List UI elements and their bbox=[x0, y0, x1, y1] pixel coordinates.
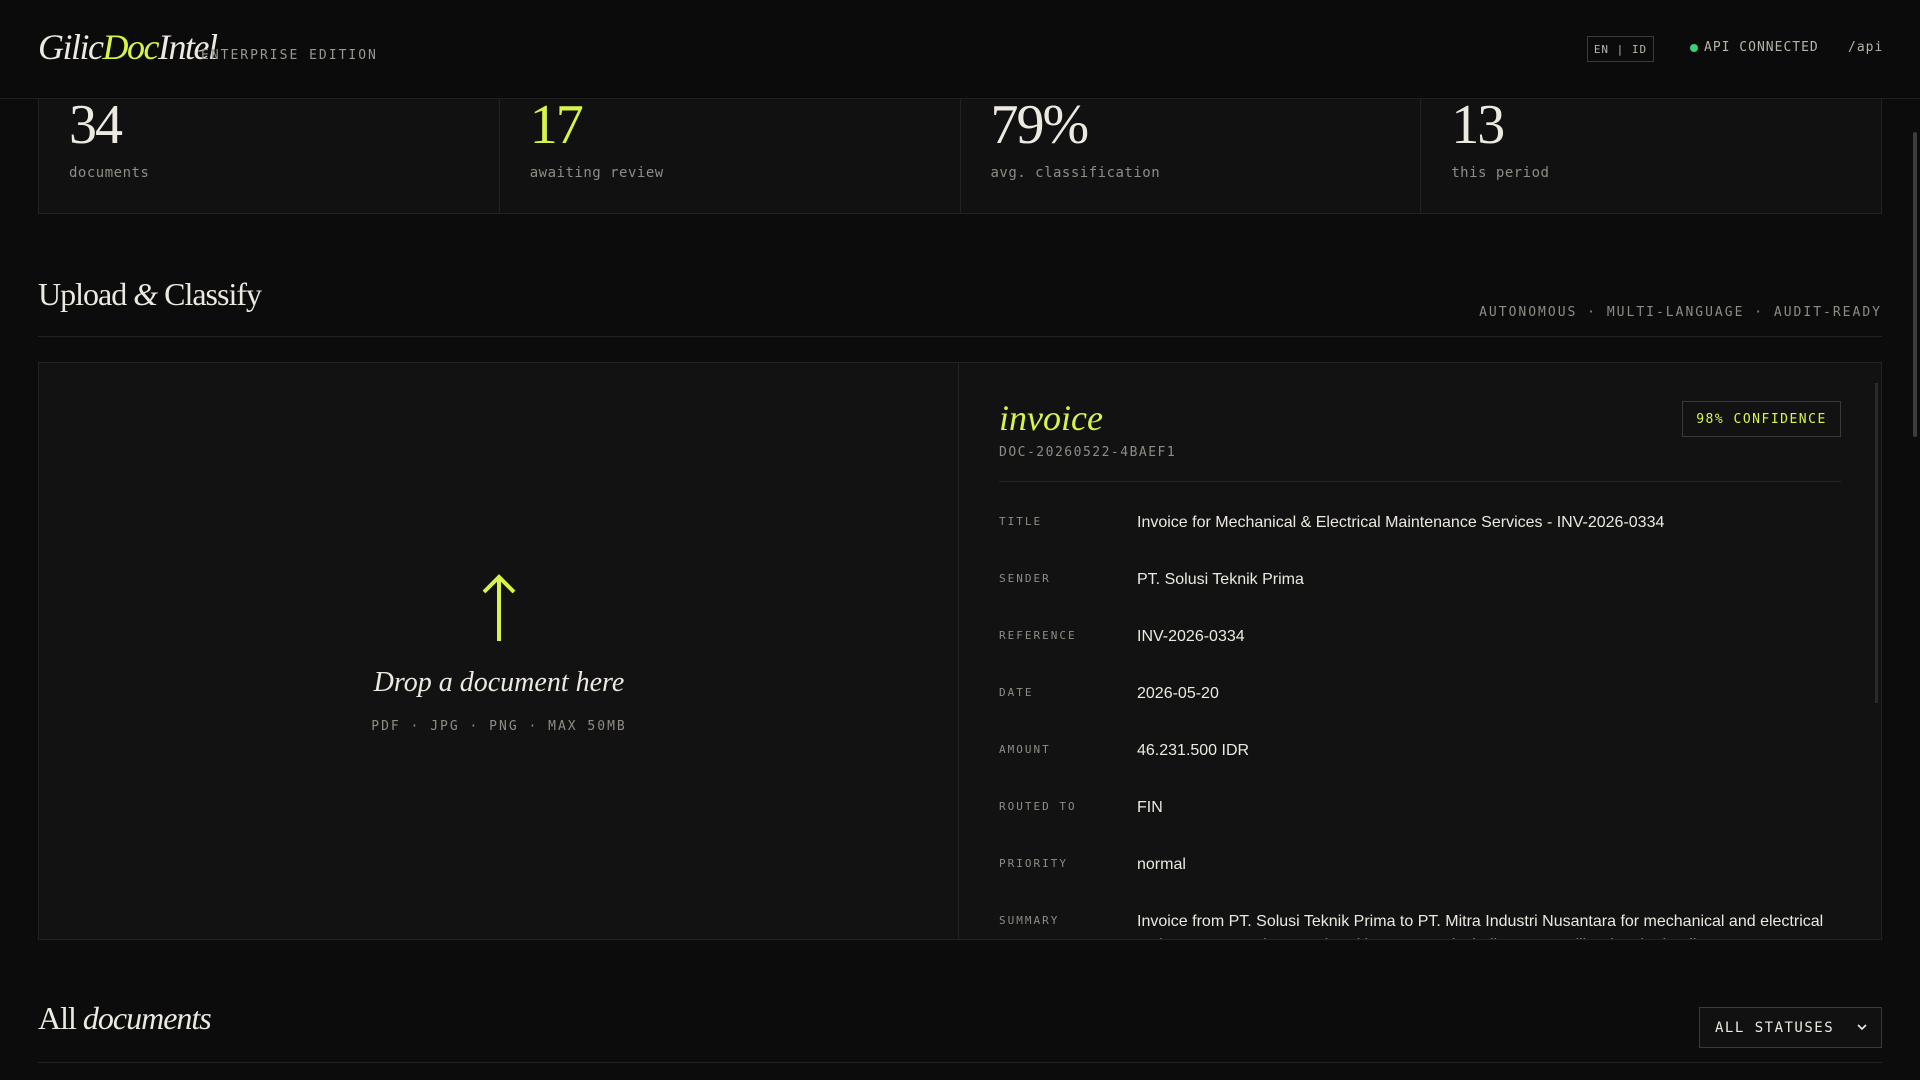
field-label: TITLE bbox=[999, 515, 1043, 528]
field-label: ROUTED TO bbox=[999, 800, 1077, 813]
edition-label: ENTERPRISE EDITION bbox=[201, 48, 378, 63]
stat-value: 13 bbox=[1451, 94, 1505, 156]
logo-text-gilic: Gilic bbox=[38, 27, 104, 67]
stat-label: avg. classification bbox=[990, 165, 1161, 181]
field-label: AMOUNT bbox=[999, 743, 1051, 756]
field-label: SENDER bbox=[999, 572, 1051, 585]
field-amount: AMOUNT 46.231.500 IDR bbox=[999, 739, 1841, 779]
result-scrollbar[interactable] bbox=[1875, 383, 1878, 703]
field-title: TITLE Invoice for Mechanical & Electrica… bbox=[999, 511, 1841, 551]
field-value: Invoice for Mechanical & Electrical Main… bbox=[1137, 514, 1665, 531]
field-value: FIN bbox=[1137, 799, 1163, 816]
upload-arrow-icon bbox=[482, 574, 516, 641]
field-label: REFERENCE bbox=[999, 629, 1077, 642]
title-ampersand: & bbox=[133, 276, 158, 312]
section-title-documents: All documents bbox=[38, 1000, 212, 1037]
dropzone[interactable]: Drop a document here PDF · JPG · PNG · M… bbox=[39, 363, 959, 939]
divider bbox=[999, 481, 1841, 482]
top-header: GilicDocIntel ENTERPRISE EDITION EN | ID… bbox=[0, 0, 1920, 99]
stat-value: 34 bbox=[69, 94, 123, 156]
stat-documents: 34 documents bbox=[39, 94, 500, 213]
field-priority: PRIORITY normal bbox=[999, 853, 1841, 893]
drop-title: Drop a document here bbox=[373, 667, 625, 698]
field-value: PT. Solusi Teknik Prima bbox=[1137, 571, 1304, 588]
stat-value: 17 bbox=[529, 94, 584, 156]
field-value: 2026-05-20 bbox=[1137, 685, 1219, 702]
field-summary: SUMMARY Invoice from PT. Solusi Teknik P… bbox=[999, 910, 1841, 939]
field-reference: REFERENCE INV-2026-0334 bbox=[999, 625, 1841, 665]
field-value: Invoice from PT. Solusi Teknik Prima to … bbox=[1137, 913, 1824, 939]
stat-label: awaiting review bbox=[529, 165, 664, 181]
field-sender: SENDER PT. Solusi Teknik Prima bbox=[999, 568, 1841, 608]
classification-result: invoice DOC-20260522-4BAEF1 98% CONFIDEN… bbox=[959, 363, 1881, 939]
field-value: 46.231.500 IDR bbox=[1137, 742, 1250, 759]
stat-avg-classification: 79% avg. classification bbox=[961, 94, 1422, 213]
stats-row: 34 documents 17 awaiting review 79% avg.… bbox=[38, 94, 1882, 214]
stat-label: this period bbox=[1451, 165, 1550, 181]
field-label: DATE bbox=[999, 686, 1034, 699]
divider bbox=[38, 336, 1882, 337]
title-part: Upload bbox=[38, 276, 134, 312]
field-value: INV-2026-0334 bbox=[1137, 628, 1245, 645]
title-part: All bbox=[38, 1000, 83, 1036]
logo-text-doc: Doc bbox=[102, 27, 159, 67]
stat-awaiting-review: 17 awaiting review bbox=[500, 94, 961, 213]
upload-panel: Drop a document here PDF · JPG · PNG · M… bbox=[38, 362, 1882, 940]
api-status: API CONNECTED bbox=[1690, 40, 1819, 55]
document-id: DOC-20260522-4BAEF1 bbox=[999, 445, 1177, 460]
document-type: invoice bbox=[999, 398, 1103, 438]
field-label: PRIORITY bbox=[999, 857, 1068, 870]
page-scrollbar[interactable] bbox=[1913, 132, 1917, 437]
field-label: SUMMARY bbox=[999, 914, 1060, 927]
drop-formats: PDF · JPG · PNG · MAX 50MB bbox=[371, 719, 627, 734]
section-title-upload: Upload & Classify bbox=[38, 276, 262, 313]
section-tags: AUTONOMOUS · MULTI-LANGUAGE · AUDIT-READ… bbox=[1479, 305, 1882, 320]
status-filter-value: ALL STATUSES bbox=[1715, 1019, 1835, 1036]
stat-value: 79% bbox=[990, 94, 1090, 156]
language-toggle[interactable]: EN | ID bbox=[1587, 36, 1654, 62]
stat-this-period: 13 this period bbox=[1421, 94, 1881, 213]
divider bbox=[38, 1062, 1882, 1063]
chevron-down-icon bbox=[1857, 1024, 1867, 1031]
app-logo[interactable]: GilicDocIntel bbox=[38, 26, 218, 68]
api-status-label: API CONNECTED bbox=[1704, 40, 1819, 55]
status-filter-select[interactable]: ALL STATUSES bbox=[1699, 1007, 1882, 1048]
title-part: Classify bbox=[157, 276, 262, 312]
confidence-badge: 98% CONFIDENCE bbox=[1682, 401, 1841, 437]
field-routed-to: ROUTED TO FIN bbox=[999, 796, 1841, 836]
field-value: normal bbox=[1137, 856, 1186, 873]
field-date: DATE 2026-05-20 bbox=[999, 682, 1841, 722]
status-dot-icon bbox=[1690, 43, 1698, 52]
stat-label: documents bbox=[69, 165, 150, 181]
title-part: documents bbox=[82, 1000, 212, 1036]
api-link[interactable]: /api bbox=[1848, 40, 1883, 55]
